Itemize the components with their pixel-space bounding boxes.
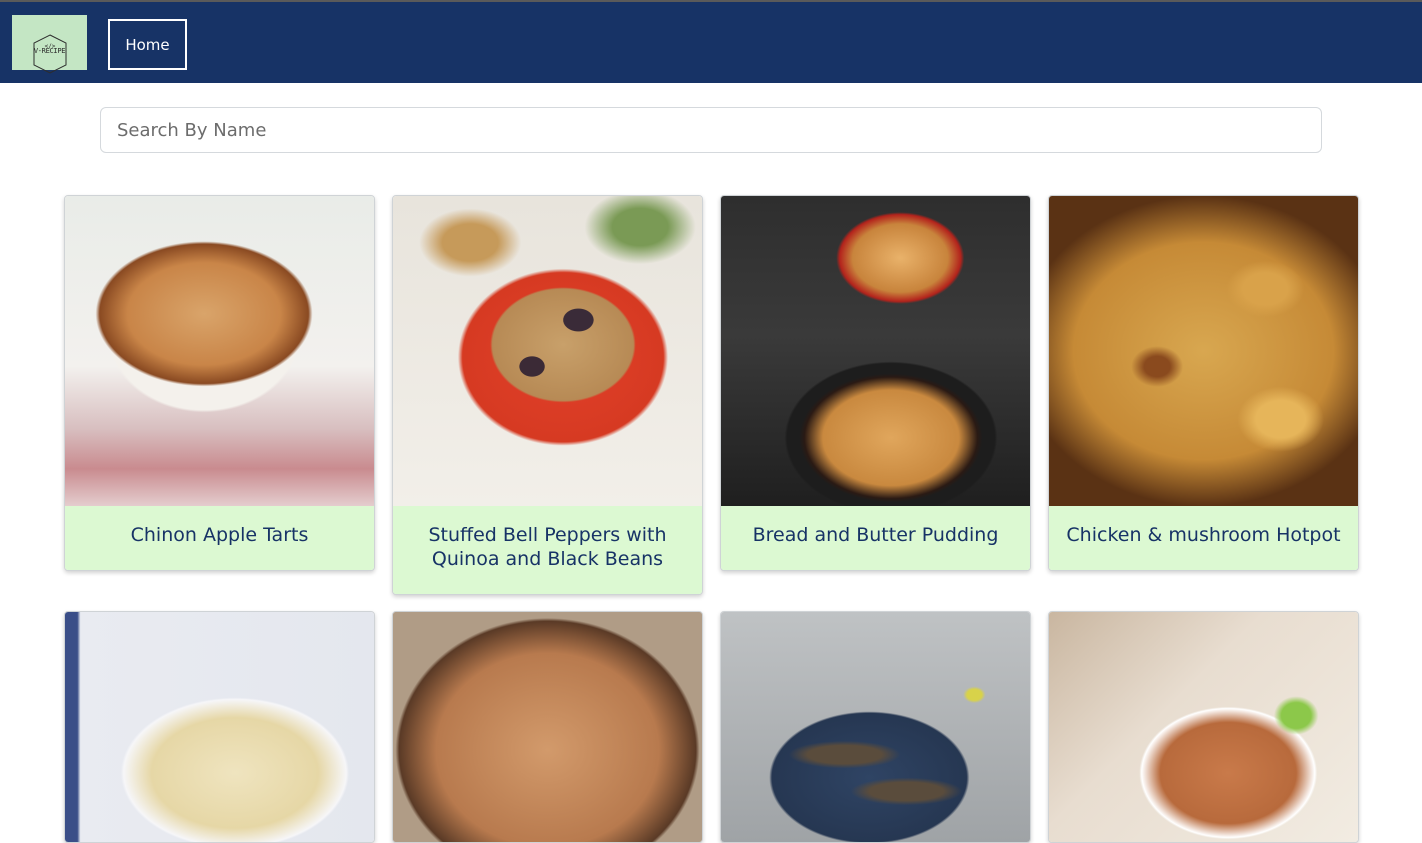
recipe-card[interactable] xyxy=(1048,611,1359,843)
recipe-image xyxy=(1049,196,1358,506)
recipe-image xyxy=(65,612,374,842)
recipe-card[interactable] xyxy=(392,611,703,843)
logo-text: V-RECIPE xyxy=(33,46,66,55)
recipe-card[interactable]: Chicken & mushroom Hotpot xyxy=(1048,195,1359,571)
recipe-image xyxy=(1049,612,1358,842)
site-logo[interactable]: </> V-RECIPE xyxy=(12,15,87,74)
recipe-card[interactable] xyxy=(64,611,375,843)
recipe-card[interactable]: Bread and Butter Pudding xyxy=(720,195,1031,571)
recipe-image xyxy=(721,612,1030,842)
recipe-image xyxy=(393,196,702,506)
search-input[interactable] xyxy=(100,107,1322,153)
home-nav-button[interactable]: Home xyxy=(108,19,187,70)
recipe-title: Stuffed Bell Peppers with Quinoa and Bla… xyxy=(393,506,702,594)
recipe-card[interactable]: Stuffed Bell Peppers with Quinoa and Bla… xyxy=(392,195,703,595)
navbar: </> V-RECIPE Home xyxy=(0,2,1422,83)
recipe-image xyxy=(721,196,1030,506)
recipe-image xyxy=(65,196,374,506)
recipe-card[interactable]: Chinon Apple Tarts xyxy=(64,195,375,571)
recipe-image xyxy=(393,612,702,842)
recipe-title: Chicken & mushroom Hotpot xyxy=(1049,506,1358,570)
recipe-card[interactable] xyxy=(720,611,1031,843)
recipe-title: Bread and Butter Pudding xyxy=(721,506,1030,570)
recipe-title: Chinon Apple Tarts xyxy=(65,506,374,570)
